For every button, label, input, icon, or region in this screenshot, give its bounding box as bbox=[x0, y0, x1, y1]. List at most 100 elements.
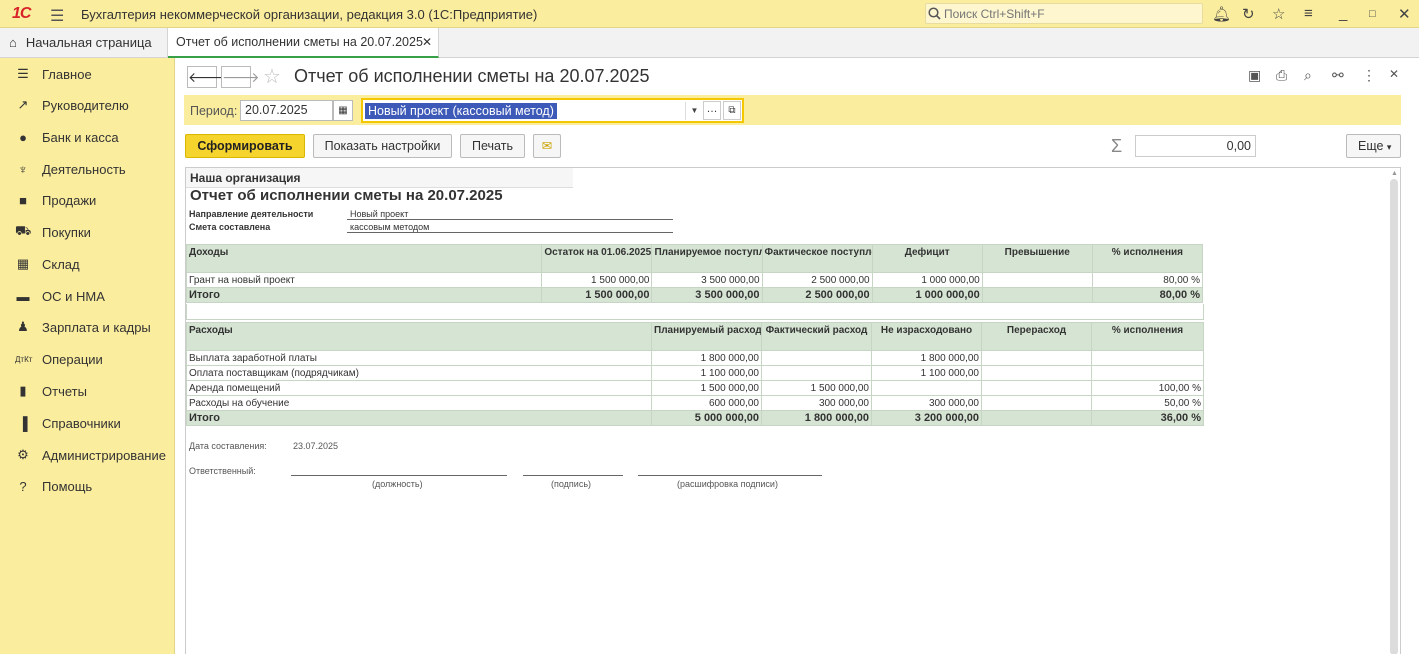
preview-icon[interactable]: ⌕ bbox=[1304, 67, 1312, 84]
sidebar-item-label: Зарплата и кадры bbox=[42, 319, 151, 335]
minimize-icon[interactable]: _ bbox=[1339, 5, 1347, 22]
sidebar-item-label: Покупки bbox=[42, 224, 91, 240]
sidebar-item-help[interactable]: ? Помощь bbox=[0, 471, 175, 501]
total-cell: 5 000 000,00 bbox=[651, 410, 762, 426]
expense-header: Расходы bbox=[186, 322, 652, 351]
date-label: Дата составления: bbox=[189, 441, 267, 451]
menu-icon[interactable]: ☰ bbox=[50, 6, 64, 26]
more-vertical-icon[interactable]: ⋮ bbox=[1362, 67, 1376, 84]
dropdown-icon[interactable]: ▼ bbox=[685, 102, 703, 120]
total-cell bbox=[981, 287, 1093, 303]
income-header: Доходы bbox=[186, 244, 543, 273]
sidebar-item-operations[interactable]: ДтКт Операции bbox=[0, 344, 175, 374]
decode-caption: (расшифровка подписи) bbox=[677, 479, 778, 489]
tab-home-label: Начальная страница bbox=[25, 35, 152, 50]
period-date-input[interactable]: 20.07.2025 bbox=[240, 100, 333, 121]
debit-credit-icon: ДтКт bbox=[15, 354, 33, 364]
chevron-down-icon: ▾ bbox=[1386, 142, 1392, 152]
table-row: Оплата поставщикам (подрядчикам) 1 100 0… bbox=[186, 365, 1204, 381]
sidebar-item-bank[interactable]: ● Банк и касса bbox=[0, 122, 175, 152]
cell: 50,00 % bbox=[1091, 395, 1204, 411]
calendar-icon[interactable]: ▦ bbox=[333, 100, 353, 121]
cell: 80,00 % bbox=[1091, 272, 1204, 288]
sidebar-item-reports[interactable]: ▮ Отчеты bbox=[0, 376, 175, 406]
restore-icon[interactable]: □ bbox=[1369, 8, 1376, 20]
income-table: Доходы Остаток на 01.06.2025 Планируемое… bbox=[186, 244, 1204, 303]
print-icon[interactable]: ⎙ bbox=[1276, 67, 1287, 84]
home-icon: ⌂ bbox=[9, 35, 17, 50]
generate-button[interactable]: Сформировать bbox=[185, 134, 305, 158]
report-spreadsheet[interactable]: Наша организация Отчет об исполнении сме… bbox=[185, 167, 1401, 654]
cell bbox=[981, 272, 1093, 288]
settings-menu-icon[interactable]: ≡ bbox=[1304, 5, 1313, 22]
cell: 1 100 000,00 bbox=[871, 365, 982, 381]
sidebar-item-assets[interactable]: ▬ ОС и НМА bbox=[0, 281, 175, 311]
signature-caption: (подпись) bbox=[551, 479, 592, 489]
col-header: % исполнения bbox=[1091, 244, 1204, 273]
sidebar-item-purchases[interactable]: ⛟ Покупки bbox=[0, 217, 175, 247]
open-icon[interactable]: ⧉ bbox=[723, 101, 741, 120]
forward-button[interactable]: 🡒 bbox=[221, 66, 260, 88]
sidebar-item-label: Банк и касса bbox=[42, 129, 119, 145]
sidebar-item-salary[interactable]: ♟ Зарплата и кадры bbox=[0, 312, 175, 342]
more-button[interactable]: Еще ▾ bbox=[1346, 134, 1401, 158]
print-button[interactable]: Печать bbox=[460, 134, 525, 158]
sidebar-item-label: Склад bbox=[42, 256, 80, 272]
cell: 2 500 000,00 bbox=[761, 272, 873, 288]
cell bbox=[1091, 350, 1204, 366]
position-caption: (должность) bbox=[372, 479, 423, 489]
col-header: Остаток на 01.06.2025 bbox=[541, 244, 653, 273]
back-button[interactable]: 🡐 bbox=[187, 66, 226, 88]
book-icon: ▐ bbox=[18, 415, 28, 431]
sidebar-item-label: Справочники bbox=[42, 415, 121, 431]
cell: 3 500 000,00 bbox=[651, 272, 763, 288]
sum-field: 0,00 bbox=[1135, 135, 1256, 157]
search-input[interactable] bbox=[944, 6, 1194, 21]
global-search[interactable] bbox=[925, 3, 1203, 24]
total-cell: 3 200 000,00 bbox=[871, 410, 982, 426]
col-header: Планируемое поступление bbox=[651, 244, 763, 273]
col-header: Превышение bbox=[981, 244, 1093, 273]
select-more-button[interactable]: … bbox=[703, 101, 721, 120]
cell bbox=[761, 350, 872, 366]
bag-icon: ■ bbox=[19, 192, 27, 208]
save-icon[interactable]: ▣ bbox=[1248, 67, 1261, 84]
email-button[interactable]: ✉ bbox=[533, 134, 561, 158]
sidebar-item-sales[interactable]: ■ Продажи bbox=[0, 185, 175, 215]
page-title: Отчет об исполнении сметы на 20.07.2025 bbox=[294, 66, 650, 86]
star-icon[interactable]: ☆ bbox=[1272, 5, 1285, 23]
col-header: Не израсходовано bbox=[871, 322, 982, 351]
row-label: Выплата заработной платы bbox=[186, 350, 652, 366]
total-cell: 3 500 000,00 bbox=[651, 287, 763, 303]
close-icon[interactable]: ✕ bbox=[1398, 5, 1411, 23]
tab-report[interactable]: Отчет об исполнении сметы на 20.07.2025 … bbox=[168, 28, 439, 58]
smeta-value: кассовым методом bbox=[347, 222, 673, 233]
col-header: Перерасход bbox=[981, 322, 1092, 351]
cell: 1 100 000,00 bbox=[651, 365, 762, 381]
sidebar-item-director[interactable]: ↗ Руководителю bbox=[0, 90, 175, 120]
cell: 1 800 000,00 bbox=[871, 350, 982, 366]
sidebar-item-activity[interactable]: ♆ Деятельность bbox=[0, 154, 175, 184]
sidebar-item-warehouse[interactable]: ▦ Склад bbox=[0, 249, 175, 279]
sidebar-item-label: Продажи bbox=[42, 192, 97, 208]
favorite-star-icon[interactable]: ☆ bbox=[263, 64, 281, 89]
tab-home[interactable]: ⌂ Начальная страница bbox=[0, 28, 168, 57]
link-icon[interactable]: ⚯ bbox=[1332, 67, 1344, 84]
bell-icon[interactable]: 🔔︎ bbox=[1212, 5, 1231, 23]
show-settings-button[interactable]: Показать настройки bbox=[313, 134, 452, 158]
history-icon[interactable]: ↻ bbox=[1242, 5, 1255, 23]
warehouse-icon: ▦ bbox=[16, 256, 30, 271]
col-header: Фактический расход bbox=[761, 322, 872, 351]
project-select[interactable]: Новый проект (кассовый метод) ▼ … ⧉ bbox=[361, 98, 744, 123]
sidebar-item-admin[interactable]: ⚙ Администрирование bbox=[0, 440, 175, 470]
sidebar-item-main[interactable]: ☰ Главное bbox=[0, 59, 175, 89]
total-row: Итого 1 500 000,00 3 500 000,00 2 500 00… bbox=[186, 287, 1204, 303]
close-form-icon[interactable]: ✕ bbox=[1389, 67, 1399, 81]
scroll-up-icon[interactable]: ▲ bbox=[1391, 170, 1398, 177]
title-bar: 1С ☰ Бухгалтерия некоммерческой организа… bbox=[0, 0, 1419, 28]
total-cell: 80,00 % bbox=[1091, 287, 1204, 303]
tab-close-icon[interactable]: ✕ bbox=[422, 35, 432, 49]
signature-line bbox=[523, 475, 623, 476]
vertical-scrollbar[interactable] bbox=[1390, 179, 1398, 654]
sidebar-item-catalogs[interactable]: ▐ Справочники bbox=[0, 408, 175, 438]
